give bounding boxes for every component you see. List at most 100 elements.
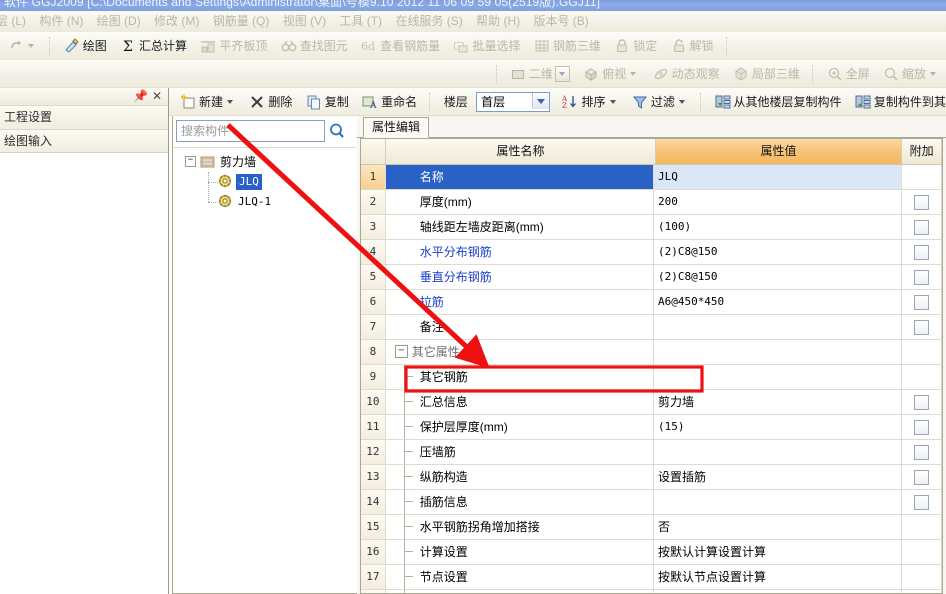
- property-name-cell[interactable]: 水平钢筋拐角增加搭接: [386, 515, 654, 539]
- attach-cell[interactable]: [902, 215, 942, 239]
- redo-button[interactable]: [0, 34, 42, 58]
- tree-node-jlq[interactable]: JLQ: [174, 172, 356, 192]
- menu-item-component[interactable]: 构件 (N): [34, 11, 88, 30]
- attach-checkbox[interactable]: [914, 395, 930, 410]
- menu-item-version[interactable]: 版本号 (B): [528, 11, 593, 30]
- attach-checkbox[interactable]: [914, 320, 930, 335]
- two-d-button[interactable]: 二维: [505, 62, 575, 86]
- menu-item-tools[interactable]: 工具 (T): [334, 11, 387, 30]
- property-name-cell[interactable]: 名称: [385, 165, 654, 189]
- attach-cell[interactable]: [902, 465, 942, 489]
- table-row[interactable]: 7 备注: [361, 315, 942, 340]
- property-name-cell[interactable]: 保护层厚度(mm): [386, 415, 654, 439]
- property-value-cell[interactable]: 按默认搭接设置计算: [654, 590, 903, 593]
- table-row[interactable]: 8− 其它属性: [361, 340, 942, 365]
- attach-cell[interactable]: [902, 365, 942, 389]
- property-grid-body[interactable]: 1 名称 JLQ 2 厚度(mm) 200 3 轴线距左墙皮距离(mm) (100) 4 水平分布钢…: [361, 165, 942, 593]
- attach-cell[interactable]: [902, 290, 942, 314]
- copy-component-button[interactable]: 复制: [301, 90, 354, 114]
- attach-checkbox[interactable]: [914, 445, 930, 460]
- property-name-cell[interactable]: 插筋信息: [386, 490, 654, 514]
- attach-checkbox[interactable]: [914, 295, 930, 310]
- table-row[interactable]: 4 水平分布钢筋 (2)C8@150: [361, 240, 942, 265]
- property-name-cell[interactable]: 搭接设置: [386, 590, 654, 593]
- batch-select-button[interactable]: 批量选择: [448, 34, 525, 58]
- copy-from-other-floor-button[interactable]: 从其他楼层复制构件: [710, 90, 847, 114]
- attach-cell[interactable]: [902, 415, 942, 439]
- property-value-cell[interactable]: 剪力墙: [654, 390, 903, 414]
- property-value-cell[interactable]: [654, 490, 903, 514]
- attach-cell[interactable]: [902, 265, 942, 289]
- property-name-cell[interactable]: 拉筋: [386, 290, 654, 314]
- left-panel-item-draw-input[interactable]: 绘图输入: [0, 130, 168, 154]
- filter-button[interactable]: 过滤: [627, 90, 693, 114]
- summary-calc-button[interactable]: Σ 汇总计算: [115, 34, 192, 58]
- menu-item-rebar-quantity[interactable]: 钢筋量 (Q): [208, 11, 275, 30]
- table-row[interactable]: 1 名称 JLQ: [361, 165, 942, 190]
- property-name-cell[interactable]: − 其它属性: [386, 340, 654, 364]
- property-value-cell[interactable]: [654, 365, 903, 389]
- table-row[interactable]: 18 搭接设置 按默认搭接设置计算: [361, 590, 942, 593]
- rename-component-button[interactable]: A 重命名: [357, 90, 422, 114]
- sort-button[interactable]: AZ 排序: [557, 90, 623, 114]
- table-row[interactable]: 5 垂直分布钢筋 (2)C8@150: [361, 265, 942, 290]
- component-toolbar[interactable]: 新建 删除 复制 A 重命名 楼层 首层 A Z 排序 过滤 从其他楼层复制构件…: [169, 88, 946, 116]
- menu-item-help[interactable]: 帮助 (H): [471, 11, 525, 30]
- property-tabstrip[interactable]: 属性编辑: [357, 116, 946, 138]
- table-row[interactable]: 3 轴线距左墙皮距离(mm) (100): [361, 215, 942, 240]
- property-value-cell[interactable]: 按默认计算设置计算: [654, 540, 903, 564]
- attach-cell[interactable]: [902, 165, 942, 189]
- view-toolbar[interactable]: 二维 俯视 动态观察 局部三维 全屏 缩放: [0, 60, 946, 88]
- table-row[interactable]: 12 压墙筋: [361, 440, 942, 465]
- tree-node-jlq-1[interactable]: JLQ-1: [174, 192, 356, 212]
- table-row[interactable]: 17 节点设置 按默认节点设置计算: [361, 565, 942, 590]
- top-view-dropdown-caret[interactable]: [630, 72, 637, 76]
- tree-expander-icon[interactable]: −: [185, 156, 196, 167]
- filter-dropdown-caret[interactable]: [678, 100, 685, 104]
- table-row[interactable]: 10 汇总信息 剪力墙: [361, 390, 942, 415]
- attach-checkbox[interactable]: [914, 195, 930, 210]
- attach-cell[interactable]: [902, 540, 942, 564]
- attach-checkbox[interactable]: [914, 245, 930, 260]
- property-value-cell[interactable]: (100): [654, 215, 903, 239]
- property-value-cell[interactable]: A6@450*450: [654, 290, 903, 314]
- property-value-cell[interactable]: [654, 315, 903, 339]
- orbit-button[interactable]: 动态观察: [648, 62, 725, 86]
- table-row[interactable]: 9 其它钢筋: [361, 365, 942, 390]
- unlock-button[interactable]: 解锁: [666, 34, 719, 58]
- pin-icon[interactable]: 📌: [133, 89, 148, 103]
- align-slab-top-button[interactable]: 平齐板顶: [195, 34, 272, 58]
- attach-cell[interactable]: [902, 490, 942, 514]
- two-d-dropdown[interactable]: [554, 66, 570, 82]
- attach-cell[interactable]: [902, 440, 942, 464]
- attach-cell[interactable]: [902, 240, 942, 264]
- table-row[interactable]: 11 保护层厚度(mm) (15): [361, 415, 942, 440]
- attach-checkbox[interactable]: [914, 220, 930, 235]
- table-row[interactable]: 6 拉筋 A6@450*450: [361, 290, 942, 315]
- new-component-dropdown-caret[interactable]: [227, 100, 234, 104]
- property-name-cell[interactable]: 汇总信息: [386, 390, 654, 414]
- top-view-button[interactable]: 俯视: [578, 62, 644, 86]
- zoom-dropdown-caret[interactable]: [930, 72, 936, 76]
- property-name-cell[interactable]: 纵筋构造: [386, 465, 654, 489]
- property-value-cell[interactable]: 否: [654, 515, 903, 539]
- main-toolbar[interactable]: 绘图 Σ 汇总计算 平齐板顶 查找图元 6d 查看钢筋量 批量选择 钢筋三维 锁…: [0, 32, 946, 61]
- zoom-button[interactable]: 缩放: [878, 62, 944, 86]
- draw-button[interactable]: 绘图: [59, 34, 112, 58]
- property-value-cell[interactable]: (15): [654, 415, 903, 439]
- table-row[interactable]: 16 计算设置 按默认计算设置计算: [361, 540, 942, 565]
- close-icon[interactable]: ✕: [150, 89, 164, 103]
- left-panel-item-project-settings[interactable]: 工程设置: [0, 106, 168, 130]
- table-row[interactable]: 2 厚度(mm) 200: [361, 190, 942, 215]
- new-component-button[interactable]: 新建: [175, 90, 241, 114]
- property-name-cell[interactable]: 节点设置: [386, 565, 654, 589]
- view-rebar-quantity-button[interactable]: 6d 查看钢筋量: [356, 34, 445, 58]
- attach-cell[interactable]: [902, 590, 942, 593]
- menu-item-view[interactable]: 视图 (V): [278, 11, 331, 30]
- component-tree[interactable]: − 剪力墙 JLQ JLQ-1: [174, 147, 356, 592]
- collapse-minus-icon[interactable]: −: [394, 345, 408, 358]
- attach-cell[interactable]: [902, 515, 942, 539]
- menu-item-online-service[interactable]: 在线服务 (S): [390, 11, 467, 30]
- rebar-3d-button[interactable]: 钢筋三维: [529, 34, 606, 58]
- property-value-cell[interactable]: 设置插筋: [654, 465, 903, 489]
